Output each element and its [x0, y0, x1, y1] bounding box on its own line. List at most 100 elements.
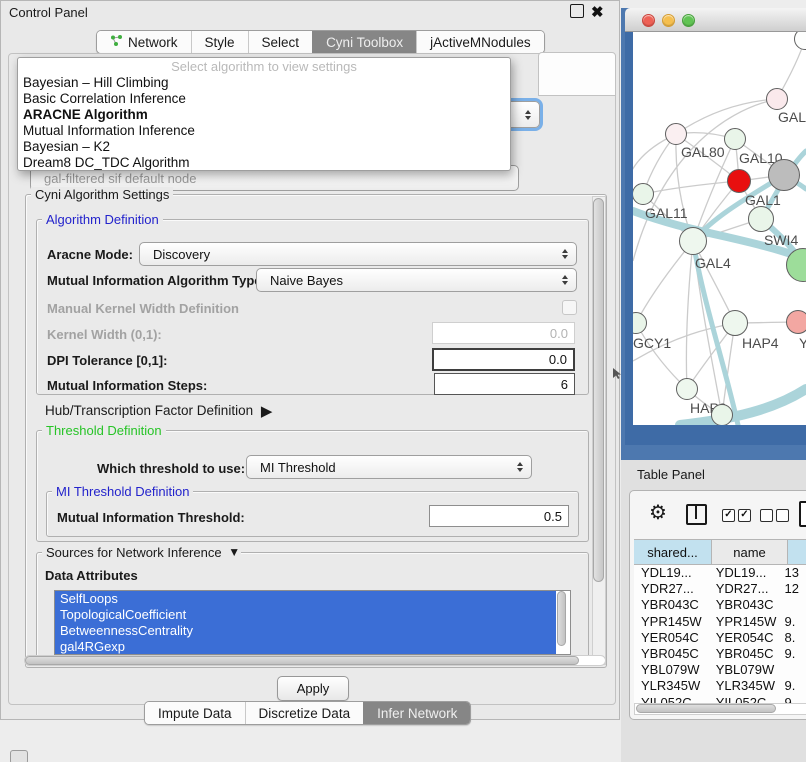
- attribute-item[interactable]: SelfLoops: [55, 591, 556, 607]
- attributes-scrollbar-thumb[interactable]: [557, 591, 566, 646]
- network-canvas[interactable]: GALGAL80GAL10GAL1GAL11SWI4GAL4GCY1HAP4YH…: [633, 32, 806, 425]
- network-node-gal1[interactable]: [727, 169, 751, 193]
- table-cell[interactable]: YDR27...: [634, 581, 709, 597]
- network-node-hap4[interactable]: [722, 310, 748, 336]
- kernel-width-field[interactable]: 0.0: [432, 322, 575, 344]
- network-node-gal10[interactable]: [724, 128, 746, 150]
- column-header-extra[interactable]: [788, 539, 806, 565]
- attribute-item[interactable]: gal4RGexp: [55, 639, 556, 655]
- table-cell[interactable]: YBR045C: [634, 646, 709, 662]
- network-node-gal11[interactable]: [633, 183, 654, 205]
- close-window-icon[interactable]: [642, 14, 655, 27]
- mi-algorithm-type-combobox[interactable]: Naive Bayes: [256, 268, 577, 292]
- deselect-all-checkbox-icon[interactable]: [776, 509, 789, 522]
- network-node-gal80[interactable]: [665, 123, 687, 145]
- attribute-item[interactable]: BetweennessCentrality: [55, 623, 556, 639]
- table-cell[interactable]: 13: [782, 565, 806, 581]
- table-row[interactable]: YLR345WYLR345W9.: [634, 678, 806, 694]
- document-icon[interactable]: [799, 501, 806, 527]
- float-panel-icon[interactable]: [570, 4, 584, 18]
- table-cell[interactable]: YDR27...: [709, 581, 782, 597]
- manual-kernel-width-checkbox[interactable]: [562, 300, 577, 315]
- table-row[interactable]: YBR045CYBR045C9.: [634, 646, 806, 662]
- network-node[interactable]: [711, 404, 733, 425]
- table-cell[interactable]: YBL079W: [634, 662, 709, 678]
- tab-infer-network[interactable]: Infer Network: [363, 702, 470, 724]
- deselect-all-checkbox-icon[interactable]: [760, 509, 773, 522]
- algorithm-option[interactable]: Basic Correlation Inference: [18, 91, 510, 107]
- table-row[interactable]: YBR043CYBR043C: [634, 597, 806, 613]
- table-cell[interactable]: YER054C: [709, 630, 782, 646]
- sources-toggle[interactable]: Sources for Network Inference ▼: [42, 545, 241, 560]
- settings-horizontal-scrollbar-thumb[interactable]: [25, 656, 579, 665]
- table-cell[interactable]: [782, 597, 806, 613]
- table-cell[interactable]: YDL19...: [709, 565, 782, 581]
- table-cell[interactable]: YIL052C: [634, 695, 709, 704]
- table-cell[interactable]: 9.: [782, 646, 806, 662]
- algorithm-option[interactable]: Dream8 DC_TDC Algorithm: [18, 155, 510, 171]
- tab-jactivemnodules[interactable]: jActiveMNodules: [416, 31, 544, 53]
- table-cell[interactable]: YLR345W: [709, 678, 782, 694]
- attribute-item[interactable]: TopologicalCoefficient: [55, 607, 556, 623]
- network-node-swi4[interactable]: [748, 206, 774, 232]
- table-cell[interactable]: YBR043C: [709, 597, 782, 613]
- table-cell[interactable]: 9.: [782, 678, 806, 694]
- table-cell[interactable]: YBL079W: [709, 662, 782, 678]
- zoom-window-icon[interactable]: [682, 14, 695, 27]
- split-columns-icon[interactable]: [686, 504, 707, 525]
- table-cell[interactable]: YIL052C: [709, 695, 782, 704]
- hub-definition-toggle[interactable]: Hub/Transcription Factor Definition ▶: [45, 401, 268, 419]
- which-threshold-combobox[interactable]: MI Threshold: [246, 455, 532, 479]
- table-cell[interactable]: YLR345W: [634, 678, 709, 694]
- table-cell[interactable]: YBR043C: [634, 597, 709, 613]
- table-cell[interactable]: YPR145W: [634, 614, 709, 630]
- network-node-y[interactable]: [786, 310, 806, 334]
- algorithm-option[interactable]: Bayesian – Hill Climbing: [18, 75, 510, 91]
- dpi-tolerance-field[interactable]: 0.0: [432, 348, 575, 371]
- table-cell[interactable]: YDL19...: [634, 565, 709, 581]
- tab-discretize-data[interactable]: Discretize Data: [245, 702, 364, 724]
- select-all-checkbox-icon[interactable]: ✓: [722, 509, 735, 522]
- table-cell[interactable]: 12: [782, 581, 806, 597]
- table-row[interactable]: YER054CYER054C8.: [634, 630, 806, 646]
- network-node-hap2[interactable]: [676, 378, 698, 400]
- network-node-gal4[interactable]: [679, 227, 707, 255]
- close-panel-icon[interactable]: ✖: [591, 3, 604, 21]
- table-row[interactable]: YIL052CYIL052C9: [634, 695, 806, 704]
- tab-cyni-toolbox[interactable]: Cyni Toolbox: [312, 31, 416, 53]
- algorithm-option[interactable]: Mutual Information Inference: [18, 123, 510, 139]
- mi-steps-field[interactable]: 6: [434, 373, 575, 395]
- column-header-name[interactable]: name: [712, 539, 788, 565]
- table-cell[interactable]: [782, 662, 806, 678]
- table-horizontal-scrollbar-thumb[interactable]: [636, 704, 776, 713]
- table-cell[interactable]: YER054C: [634, 630, 709, 646]
- network-node[interactable]: [768, 159, 800, 191]
- table-row[interactable]: YDR27...YDR27...12: [634, 581, 806, 597]
- tab-style[interactable]: Style: [191, 31, 248, 53]
- table-cell[interactable]: YBR045C: [709, 646, 782, 662]
- column-header-shared-[interactable]: shared...: [634, 539, 712, 565]
- apply-button[interactable]: Apply: [277, 676, 349, 701]
- table-row[interactable]: YPR145WYPR145W9.: [634, 614, 806, 630]
- table-cell[interactable]: 9.: [782, 614, 806, 630]
- algorithm-option[interactable]: ARACNE Algorithm: [18, 107, 510, 123]
- tab-network[interactable]: Network: [97, 31, 191, 53]
- tab-select[interactable]: Select: [248, 31, 313, 53]
- table-row[interactable]: YDL19...YDL19...13: [634, 565, 806, 581]
- algorithm-option[interactable]: Bayesian – K2: [18, 139, 510, 155]
- network-window-titlebar[interactable]: [625, 8, 806, 32]
- select-all-checkbox-icon[interactable]: ✓: [738, 509, 751, 522]
- tab-impute-data[interactable]: Impute Data: [145, 702, 245, 724]
- gear-icon[interactable]: ⚙: [649, 503, 667, 523]
- table-cell[interactable]: 8.: [782, 630, 806, 646]
- network-node-gal[interactable]: [766, 88, 788, 110]
- aracne-mode-combobox[interactable]: Discovery: [139, 242, 577, 266]
- data-attributes-list[interactable]: SelfLoopsTopologicalCoefficientBetweenne…: [54, 590, 571, 655]
- minimize-window-icon[interactable]: [662, 14, 675, 27]
- table-cell[interactable]: YPR145W: [709, 614, 782, 630]
- mutual-information-threshold-field[interactable]: 0.5: [429, 505, 569, 527]
- table-row[interactable]: YBL079WYBL079W: [634, 662, 806, 678]
- minimized-panel-icon[interactable]: [10, 750, 28, 762]
- settings-vertical-scrollbar-thumb[interactable]: [593, 198, 604, 582]
- table-cell[interactable]: 9: [782, 695, 806, 704]
